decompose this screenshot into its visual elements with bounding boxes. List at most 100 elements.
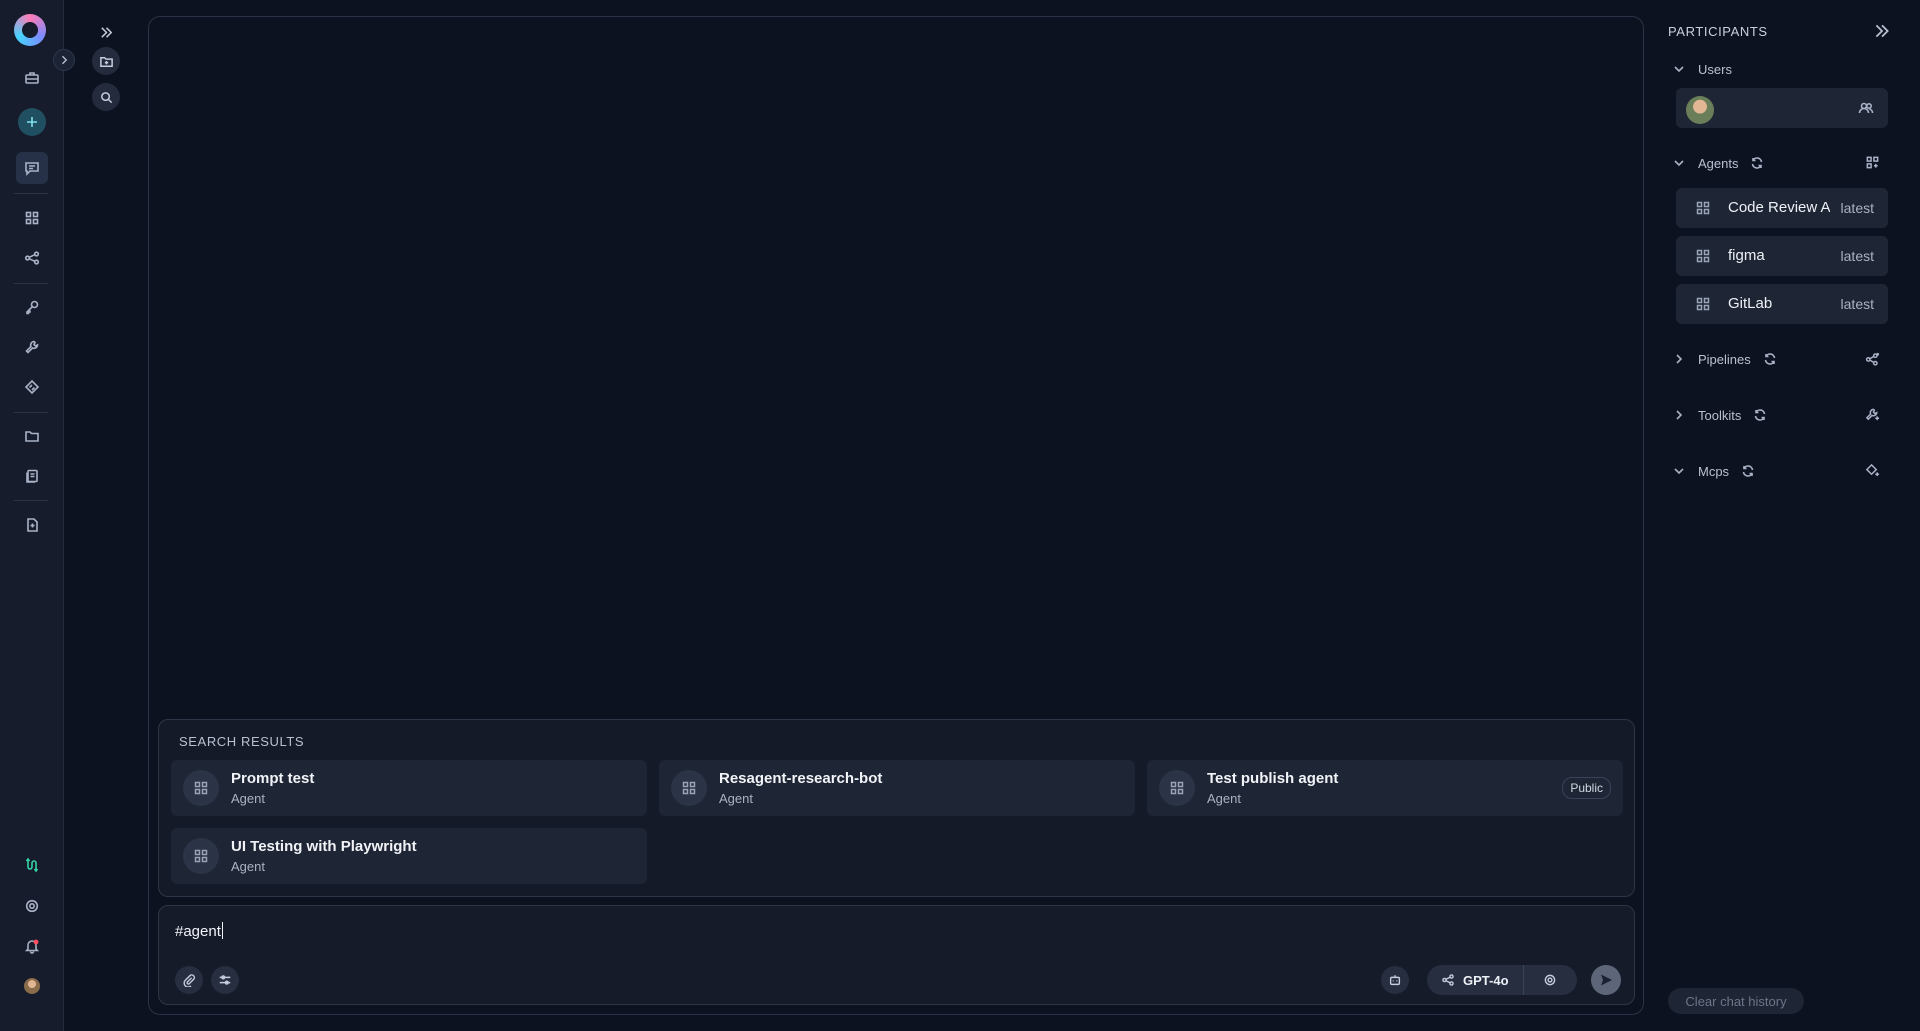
- agents-label: Agents: [1698, 155, 1739, 171]
- users-section-header[interactable]: Users: [1672, 58, 1732, 80]
- divider: [14, 500, 48, 501]
- users-group-icon[interactable]: [1858, 100, 1874, 121]
- result-type: Agent: [1207, 791, 1241, 806]
- agent-grid-icon: [671, 770, 707, 806]
- agent-grid-icon: [1696, 297, 1710, 316]
- chevron-down-icon: [1672, 62, 1686, 76]
- search-results-popup: SEARCH RESULTS Prompt test Agent Resagen…: [158, 719, 1635, 897]
- artifacts-icon[interactable]: [16, 460, 48, 492]
- users-label: Users: [1698, 61, 1732, 77]
- refresh-icon[interactable]: [1753, 408, 1767, 422]
- add-mcp-icon[interactable]: [1865, 463, 1883, 481]
- briefcase-icon[interactable]: [16, 62, 48, 94]
- user-avatar: [1686, 96, 1714, 124]
- agents-grid-icon[interactable]: [16, 202, 48, 234]
- divider: [14, 193, 48, 194]
- collapse-panel-icon[interactable]: [1873, 22, 1893, 42]
- key-icon[interactable]: [16, 291, 48, 323]
- add-agent-icon[interactable]: [1865, 155, 1883, 173]
- add-pipeline-icon[interactable]: [1865, 351, 1883, 369]
- pipelines-label: Pipelines: [1698, 351, 1751, 367]
- agent-grid-icon: [1696, 201, 1710, 220]
- nav-rail: [0, 0, 64, 1031]
- gear-icon: [1544, 974, 1556, 986]
- send-icon: [1601, 974, 1612, 986]
- user-row[interactable]: [1676, 88, 1888, 128]
- agent-grid-icon: [183, 770, 219, 806]
- agent-version: latest: [1834, 248, 1874, 264]
- chat-panel: SEARCH RESULTS Prompt test Agent Resagen…: [148, 16, 1644, 1015]
- result-title: Resagent-research-bot: [719, 770, 883, 787]
- settings-icon[interactable]: [16, 890, 48, 922]
- chevron-down-icon: [1672, 464, 1686, 478]
- model-share-icon: [1442, 974, 1454, 986]
- result-title: Test publish agent: [1207, 770, 1339, 787]
- mcp-icon[interactable]: [16, 371, 48, 403]
- pipelines-section-header[interactable]: Pipelines: [1672, 348, 1777, 370]
- agent-grid-icon: [1696, 249, 1710, 268]
- chevron-right-icon: [1672, 352, 1686, 366]
- agent-version: latest: [1834, 296, 1874, 312]
- pipelines-icon[interactable]: [16, 242, 48, 274]
- chevron-right-icon: [1672, 408, 1686, 422]
- document-icon[interactable]: [16, 509, 48, 541]
- agent-row[interactable]: figma latest: [1676, 236, 1888, 276]
- mcps-section-header[interactable]: Mcps: [1672, 460, 1755, 482]
- add-toolkit-icon[interactable]: [1865, 407, 1883, 425]
- message-input[interactable]: #agent: [175, 922, 223, 940]
- toolkits-section-header[interactable]: Toolkits: [1672, 404, 1767, 426]
- model-selector[interactable]: GPT-4o: [1427, 965, 1577, 995]
- sliders-icon[interactable]: [211, 966, 239, 994]
- bot-icon[interactable]: [1381, 966, 1409, 994]
- chevron-down-icon: [1672, 156, 1686, 170]
- agent-name: Code Review Agent: [1728, 199, 1830, 216]
- result-type: Agent: [719, 791, 753, 806]
- model-name: GPT-4o: [1463, 972, 1509, 988]
- folder-icon[interactable]: [16, 420, 48, 452]
- search-result-card[interactable]: Resagent-research-bot Agent: [659, 760, 1135, 816]
- attach-icon[interactable]: [175, 966, 203, 994]
- search-result-card[interactable]: Prompt test Agent: [171, 760, 647, 816]
- result-type: Agent: [231, 791, 265, 806]
- agents-section-header[interactable]: Agents: [1672, 152, 1764, 174]
- participants-panel: PARTICIPANTS Users Agents Code Review Ag…: [1656, 0, 1920, 1031]
- search-results-header: SEARCH RESULTS: [179, 734, 305, 749]
- result-title: Prompt test: [231, 770, 315, 787]
- search-result-card[interactable]: Test publish agent Agent Public: [1147, 760, 1623, 816]
- agent-row[interactable]: Code Review Agent latest: [1676, 188, 1888, 228]
- clear-chat-history-button[interactable]: Clear chat history: [1668, 988, 1804, 1014]
- public-badge: Public: [1562, 777, 1611, 799]
- rail-expand-toggle[interactable]: [53, 49, 75, 71]
- new-folder-icon[interactable]: [92, 47, 120, 75]
- send-button[interactable]: [1591, 965, 1621, 995]
- message-composer[interactable]: #agent GPT-4o: [158, 905, 1635, 1005]
- participants-title: PARTICIPANTS: [1668, 24, 1768, 39]
- divider: [14, 412, 48, 413]
- refresh-icon[interactable]: [1763, 352, 1777, 366]
- agent-name: GitLab: [1728, 295, 1773, 312]
- expand-sidebar-icon[interactable]: [92, 18, 120, 46]
- search-icon[interactable]: [92, 83, 120, 111]
- notification-bell-icon[interactable]: [16, 930, 48, 962]
- result-type: Agent: [231, 859, 265, 874]
- agent-grid-icon: [183, 838, 219, 874]
- add-icon[interactable]: [18, 108, 46, 136]
- integrations-icon[interactable]: [16, 849, 48, 881]
- agent-name: figma: [1728, 247, 1765, 264]
- agent-row[interactable]: GitLab latest: [1676, 284, 1888, 324]
- divider: [14, 283, 48, 284]
- toolkits-label: Toolkits: [1698, 407, 1742, 423]
- search-result-card[interactable]: UI Testing with Playwright Agent: [171, 828, 647, 884]
- wrench-icon[interactable]: [16, 331, 48, 363]
- profile-avatar[interactable]: [16, 970, 48, 1002]
- refresh-icon[interactable]: [1741, 464, 1755, 478]
- chat-icon[interactable]: [16, 152, 48, 184]
- model-settings-button[interactable]: [1524, 965, 1577, 995]
- agent-version: latest: [1834, 200, 1874, 216]
- model-button[interactable]: GPT-4o: [1427, 965, 1524, 995]
- result-title: UI Testing with Playwright: [231, 838, 417, 855]
- app-logo[interactable]: [14, 14, 46, 46]
- mcps-label: Mcps: [1698, 463, 1730, 479]
- refresh-icon[interactable]: [1750, 156, 1764, 170]
- agent-grid-icon: [1159, 770, 1195, 806]
